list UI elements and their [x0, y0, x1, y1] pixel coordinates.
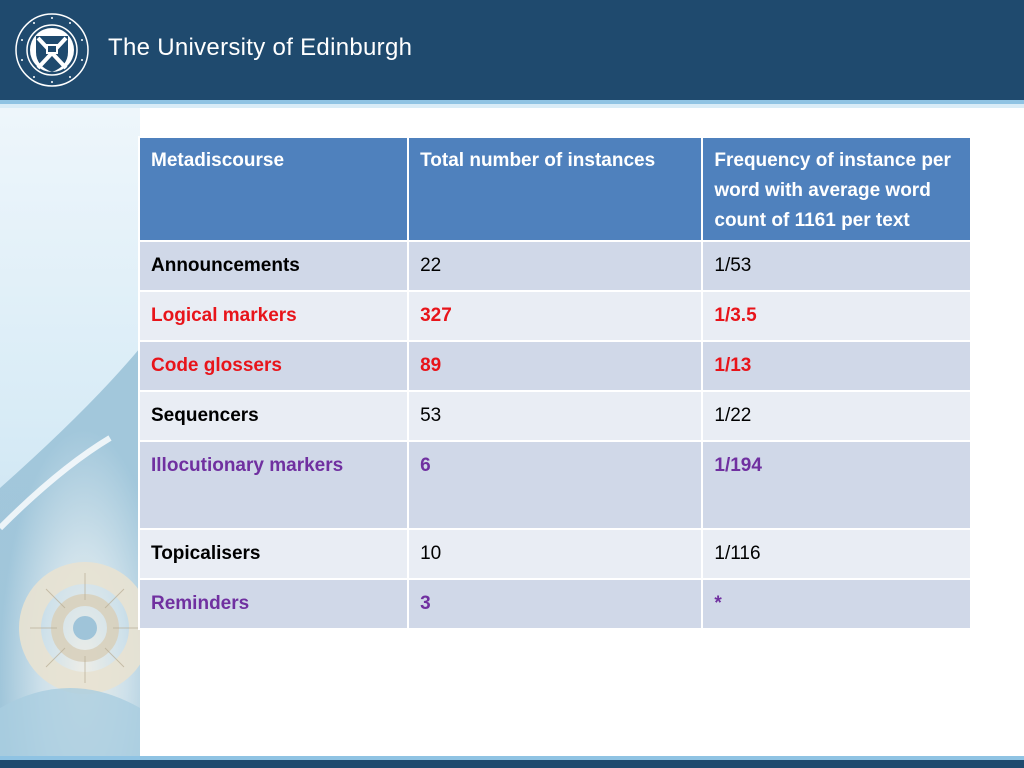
table-row: Announcements 22 1/53 [137, 240, 972, 292]
row-category: Logical markers [137, 290, 410, 342]
row-category: Illocutionary markers [137, 440, 410, 530]
row-frequency: 1/116 [701, 528, 972, 580]
row-total: 327 [407, 290, 704, 342]
header-metadiscourse: Metadiscourse [137, 136, 410, 242]
row-category: Reminders [137, 578, 410, 630]
row-total: 22 [407, 240, 704, 292]
row-category: Code glossers [137, 340, 410, 392]
row-frequency: 1/3.5 [701, 290, 972, 342]
row-category: Announcements [137, 240, 410, 292]
table-row: Reminders 3 * [137, 578, 972, 630]
row-category: Topicalisers [137, 528, 410, 580]
row-category: Sequencers [137, 390, 410, 442]
row-frequency: * [701, 578, 972, 630]
header-bar: The University of Edinburgh [0, 0, 1024, 100]
header-stripe-light [0, 104, 1024, 108]
row-total: 89 [407, 340, 704, 392]
row-frequency: 1/53 [701, 240, 972, 292]
table-row: Topicalisers 10 1/116 [137, 528, 972, 580]
university-crest-icon [15, 13, 89, 87]
row-frequency: 1/194 [701, 440, 972, 530]
table-row: Logical markers 327 1/3.5 [137, 290, 972, 342]
row-frequency: 1/13 [701, 340, 972, 392]
row-total: 10 [407, 528, 704, 580]
row-total: 53 [407, 390, 704, 442]
spiral-staircase-image [0, 108, 140, 758]
university-name: The University of Edinburgh [108, 34, 413, 61]
table-row: Illocutionary markers 6 1/194 [137, 440, 972, 530]
header-frequency: Frequency of instance per word with aver… [701, 136, 972, 242]
footer-bar [0, 760, 1024, 768]
row-total: 6 [407, 440, 704, 530]
table-row: Code glossers 89 1/13 [137, 340, 972, 392]
metadiscourse-table: Metadiscourse Total number of instances … [137, 136, 972, 630]
table-row: Sequencers 53 1/22 [137, 390, 972, 442]
header-total-instances: Total number of instances [407, 136, 704, 242]
table-header-row: Metadiscourse Total number of instances … [137, 136, 972, 242]
row-total: 3 [407, 578, 704, 630]
row-frequency: 1/22 [701, 390, 972, 442]
